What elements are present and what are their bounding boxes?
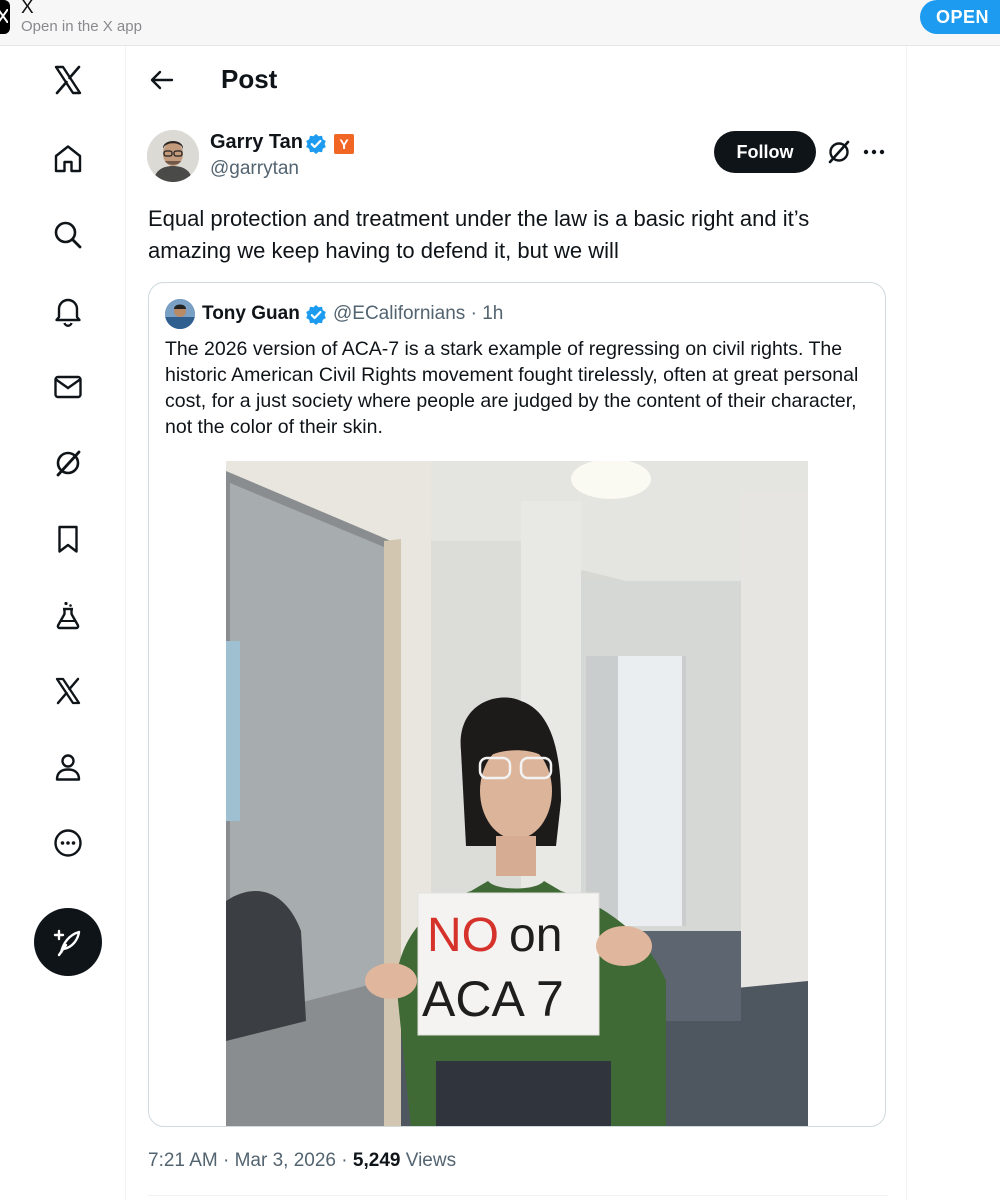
sidebar-item-profile[interactable] — [44, 743, 92, 791]
grok-icon[interactable] — [825, 138, 853, 166]
sign-on-text: on — [509, 909, 562, 962]
yc-affiliate-badge[interactable]: Y — [334, 134, 354, 154]
sidebar-item-grok[interactable] — [44, 439, 92, 487]
compose-post-button[interactable] — [34, 908, 102, 976]
author-avatar[interactable] — [147, 130, 199, 182]
sidebar-item-x-logo[interactable] — [44, 56, 92, 104]
post-text: Equal protection and treatment under the… — [148, 206, 810, 263]
post-date[interactable]: Mar 3, 2026 — [235, 1150, 336, 1171]
sidebar-item-home[interactable] — [44, 135, 92, 183]
home-icon — [54, 145, 82, 173]
sidebar-item-notifications[interactable] — [44, 287, 92, 335]
author-name[interactable]: Garry Tan — [210, 131, 303, 154]
quote-author-name[interactable]: Tony Guan — [202, 303, 300, 325]
banner-app-name: X — [21, 0, 34, 18]
app-open-banner: X Open in the X app OPEN — [0, 0, 1000, 46]
back-arrow-icon[interactable] — [146, 64, 178, 96]
author-handle[interactable]: @garrytan — [210, 158, 299, 180]
search-icon — [54, 221, 82, 249]
column-divider — [906, 46, 907, 1200]
quote-text: The 2026 version of ACA-7 is a stark exa… — [165, 338, 859, 438]
more-options-button[interactable] — [860, 140, 888, 164]
sign-line1: NO on — [427, 909, 562, 962]
verified-badge-icon — [306, 305, 326, 325]
flask-icon — [56, 601, 80, 630]
post-time[interactable]: 7:21 AM — [148, 1150, 218, 1171]
notifications-bell-icon — [55, 298, 81, 327]
sidebar-item-more[interactable] — [44, 819, 92, 867]
compose-feather-icon — [53, 929, 81, 957]
x-app-icon — [0, 0, 10, 34]
quoted-post-card[interactable]: Tony Guan @ECalifornians · 1h The 2026 v… — [148, 282, 886, 1127]
page-title: Post — [221, 64, 278, 94]
sidebar-item-explore[interactable] — [44, 211, 92, 259]
open-app-button[interactable]: OPEN — [920, 0, 1000, 34]
quote-time-ago: 1h — [482, 303, 504, 324]
verified-badge-icon — [306, 134, 326, 154]
sidebar-item-bookmarks[interactable] — [44, 515, 92, 563]
post-meta: 7:21 AM · Mar 3, 2026 · 5,249 Views — [148, 1150, 457, 1171]
sign-no-text: NO — [427, 909, 499, 962]
quote-author-handle-time[interactable]: @ECalifornians · 1h — [333, 303, 503, 325]
banner-subtitle: Open in the X app — [21, 18, 142, 35]
sidebar-nav — [0, 46, 126, 1200]
views-label: Views — [405, 1150, 457, 1171]
sidebar-item-labs[interactable] — [44, 591, 92, 639]
x-logo-icon — [54, 65, 82, 95]
follow-button[interactable]: Follow — [714, 131, 816, 173]
x-premium-icon — [55, 677, 81, 705]
quote-author-handle: @ECalifornians — [333, 303, 466, 324]
bookmark-icon — [58, 525, 78, 553]
quote-photo[interactable]: NO on ACA 7 — [226, 461, 808, 1126]
more-circle-icon — [54, 829, 82, 857]
sidebar-item-premium[interactable] — [44, 667, 92, 715]
grok-icon — [56, 450, 81, 477]
sidebar-item-messages[interactable] — [44, 363, 92, 411]
sign-line2-text: ACA 7 — [422, 971, 564, 1027]
profile-icon — [55, 754, 81, 781]
views-count: 5,249 — [352, 1150, 401, 1171]
quote-author-avatar[interactable] — [165, 299, 195, 329]
messages-envelope-icon — [54, 375, 82, 399]
more-dots-icon — [863, 149, 885, 155]
divider — [148, 1195, 888, 1196]
